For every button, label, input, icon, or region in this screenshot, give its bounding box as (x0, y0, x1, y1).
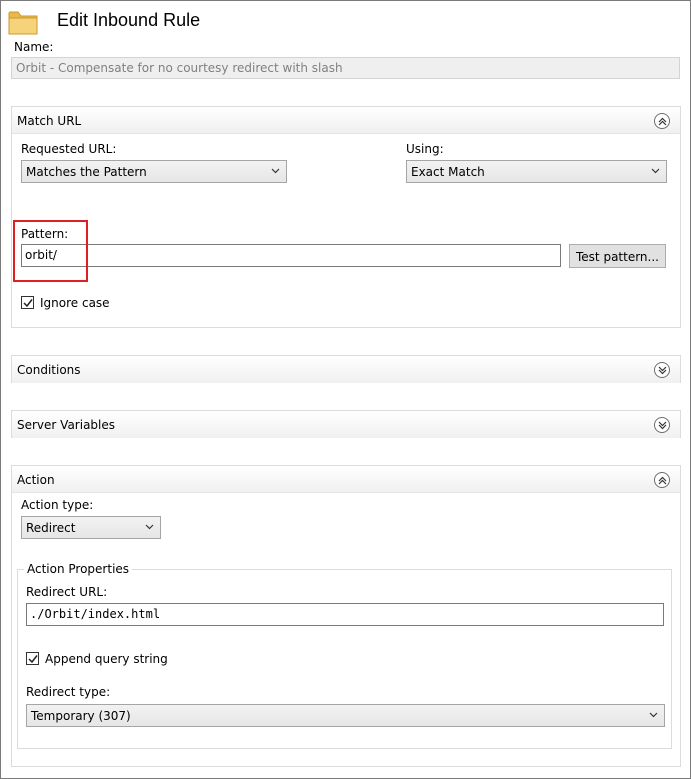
dropdown-arrow-icon (649, 712, 658, 718)
chevron-down-icon[interactable] (654, 362, 670, 378)
chevron-up-icon[interactable] (654, 113, 670, 129)
requested-url-select[interactable]: Matches the Pattern (21, 160, 287, 183)
page-title: Edit Inbound Rule (57, 10, 201, 30)
server-variables-section: Server Variables (11, 410, 681, 438)
dropdown-arrow-icon (271, 168, 280, 174)
name-field[interactable]: Orbit - Compensate for no courtesy redir… (11, 57, 680, 79)
using-label: Using: (406, 142, 444, 156)
folder-icon (8, 7, 38, 37)
server-variables-header[interactable]: Server Variables (12, 411, 680, 438)
redirect-url-label: Redirect URL: (26, 585, 108, 599)
append-query-checkbox[interactable] (26, 652, 39, 665)
conditions-header[interactable]: Conditions (12, 356, 680, 383)
redirect-url-input[interactable]: ./Orbit/index.html (26, 603, 664, 626)
redirect-type-value: Temporary (307) (31, 709, 131, 723)
requested-url-label: Requested URL: (21, 142, 117, 156)
dropdown-arrow-icon (651, 168, 660, 174)
server-variables-title: Server Variables (17, 418, 116, 432)
action-type-select[interactable]: Redirect (21, 516, 161, 539)
match-url-title: Match URL (17, 114, 82, 128)
match-url-header[interactable]: Match URL (12, 107, 680, 134)
dropdown-arrow-icon (145, 524, 154, 530)
using-select[interactable]: Exact Match (406, 160, 667, 183)
name-label: Name: (14, 40, 54, 54)
using-value: Exact Match (411, 165, 485, 179)
test-pattern-button[interactable]: Test pattern... (569, 244, 666, 268)
chevron-down-icon[interactable] (654, 417, 670, 433)
ignore-case-label: Ignore case (40, 296, 110, 310)
conditions-title: Conditions (17, 363, 81, 377)
action-type-value: Redirect (26, 521, 76, 535)
checkmark-icon (28, 655, 38, 664)
checkmark-icon (23, 299, 33, 308)
conditions-section: Conditions (11, 355, 681, 383)
redirect-type-select[interactable]: Temporary (307) (26, 704, 665, 727)
action-title: Action (17, 473, 55, 487)
ignore-case-checkbox[interactable] (21, 296, 34, 309)
requested-url-value: Matches the Pattern (26, 165, 147, 179)
action-properties-title: Action Properties (24, 562, 133, 576)
action-type-label: Action type: (21, 498, 94, 512)
pattern-input[interactable]: orbit/ (21, 244, 561, 267)
chevron-up-icon[interactable] (654, 472, 670, 488)
pattern-highlight-box (13, 220, 88, 282)
redirect-type-label: Redirect type: (26, 685, 111, 699)
append-query-label: Append query string (45, 652, 168, 666)
action-header[interactable]: Action (12, 466, 680, 493)
match-url-section: Match URL (11, 106, 681, 328)
